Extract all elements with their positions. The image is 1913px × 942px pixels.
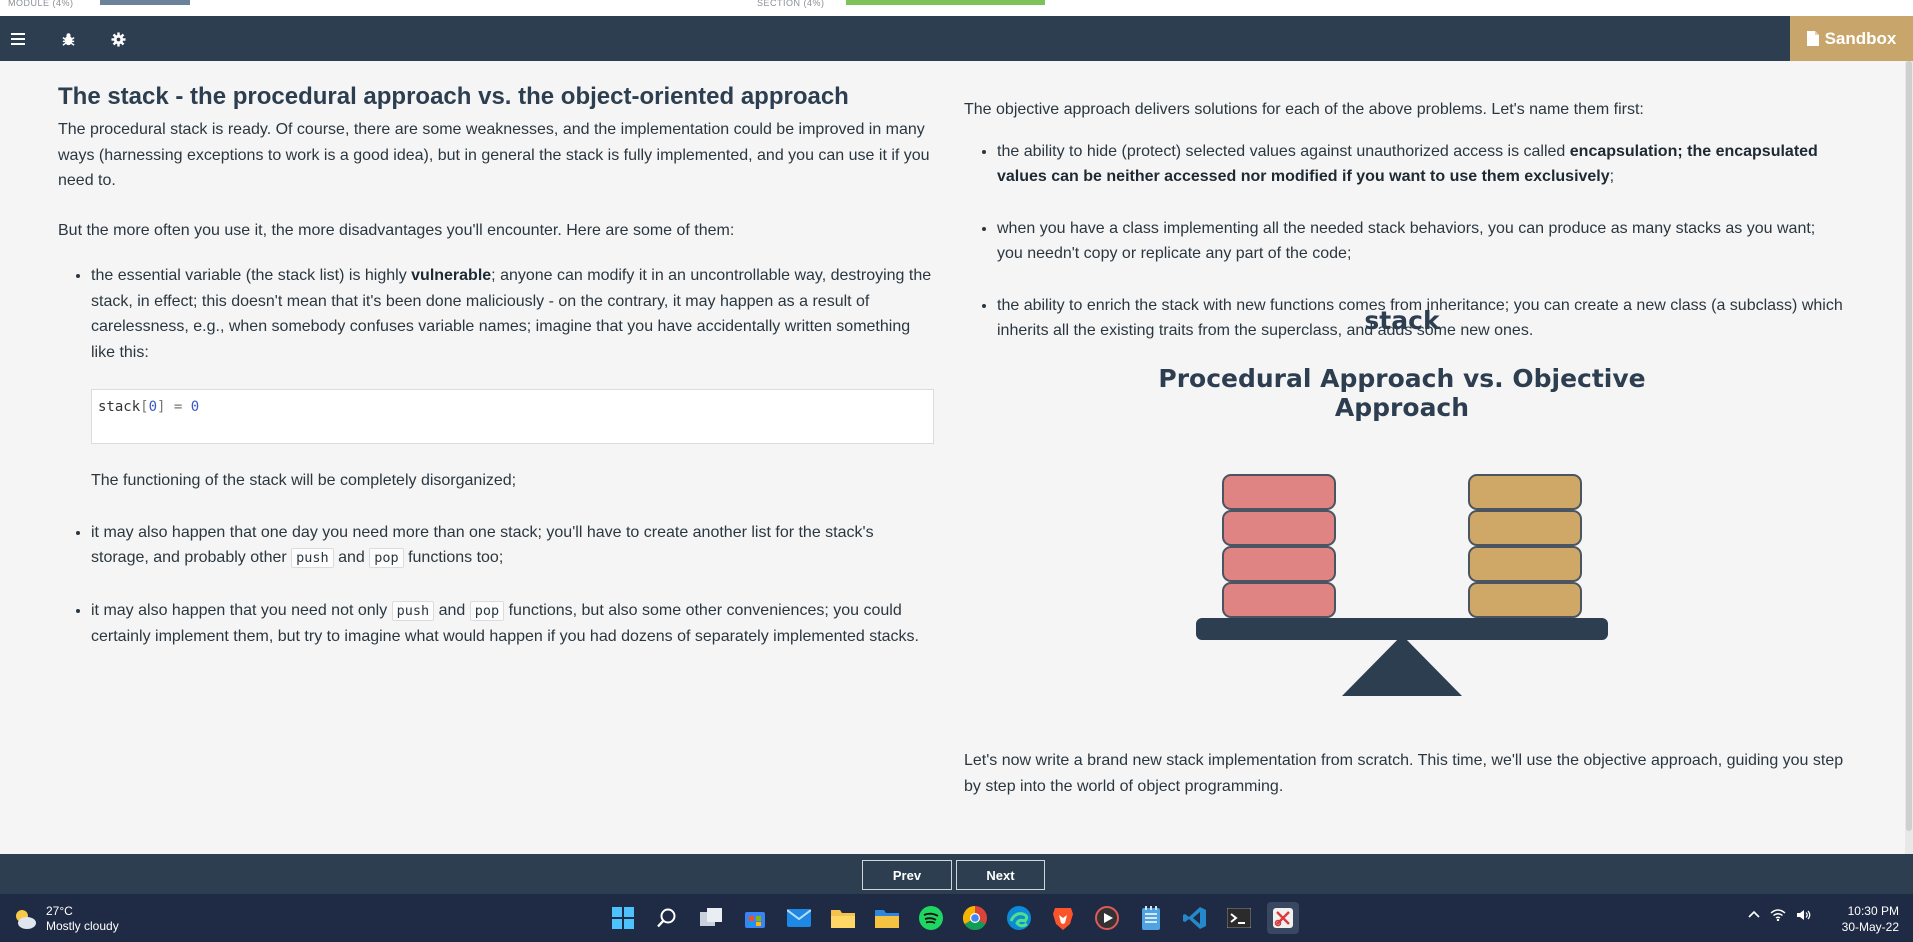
inline-code: push <box>391 600 435 621</box>
time: 10:30 PM <box>1847 904 1899 918</box>
bullet-text: it may also happen that you need not onl… <box>91 601 392 619</box>
code-token: stack <box>98 399 141 415</box>
progress-strip: MODULE (4%) SECTION (4%) <box>0 0 1913 16</box>
scrollbar-thumb[interactable] <box>1906 61 1912 831</box>
bullet-text: when you have a class implementing all t… <box>997 219 1816 263</box>
next-button[interactable]: Next <box>956 860 1045 890</box>
system-tray <box>1748 909 1812 924</box>
bullet-text: functions too; <box>403 549 504 566</box>
code-block[interactable]: stack[0] = 0 <box>91 389 934 444</box>
section-progress-bar <box>846 0 1045 5</box>
bullet-text: the essential variable (the stack list) … <box>91 267 412 284</box>
list-item: it may also happen that you need not onl… <box>91 598 933 650</box>
left-column: The stack - the procedural approach vs. … <box>58 81 934 650</box>
windows-taskbar: 27°C Mostly cloudy 10:30 PM 30-May-22 <box>0 894 1913 942</box>
start-icon[interactable] <box>607 902 639 934</box>
task-view-icon[interactable] <box>695 902 727 934</box>
disadvantages-intro: But the more often you use it, the more … <box>58 221 735 239</box>
section-progress-label: SECTION (4%) <box>757 0 825 8</box>
mail-icon[interactable] <box>783 902 815 934</box>
bullet-text: and <box>333 549 370 566</box>
file-explorer-icon[interactable] <box>827 902 859 934</box>
menu-icon[interactable] <box>5 26 31 52</box>
bullet-text: the ability to hide (protect) selected v… <box>997 142 1570 160</box>
code-token: 0 <box>190 399 200 415</box>
edge-icon[interactable] <box>1003 902 1035 934</box>
seesaw-illustration <box>1196 474 1608 696</box>
seesaw-plank <box>1196 618 1608 640</box>
vscode-icon[interactable] <box>1179 902 1211 934</box>
spotify-icon[interactable] <box>915 902 947 934</box>
code-token: = <box>165 399 191 415</box>
snipping-tool-icon[interactable] <box>1267 902 1299 934</box>
list-item: when you have a class implementing all t… <box>997 216 1844 267</box>
procedural-stack-block <box>1222 510 1336 546</box>
volume-icon[interactable] <box>1796 909 1812 924</box>
bullet-text: ; <box>1609 168 1615 185</box>
cloud-sun-icon <box>16 910 36 929</box>
scrollbar[interactable] <box>1905 61 1913 854</box>
objective-stack-block <box>1468 474 1582 510</box>
intro-paragraph: The procedural stack is ready. Of course… <box>58 121 930 189</box>
media-player-icon[interactable] <box>1091 902 1123 934</box>
lesson-content: The stack - the procedural approach vs. … <box>0 61 1905 854</box>
code-token: 0 <box>148 399 158 415</box>
bullet-text: and <box>434 601 470 619</box>
stack-diagram: stack Procedural Approach vs. Objective … <box>1130 296 1674 706</box>
objective-stack-block <box>1468 510 1582 546</box>
outro-paragraph: Let's now write a brand new stack implem… <box>964 752 1844 795</box>
inline-code: pop <box>369 548 404 568</box>
bold-text: vulnerable <box>411 267 492 284</box>
list-item: the essential variable (the stack list) … <box>91 263 934 494</box>
list-item: it may also happen that one day you need… <box>91 520 933 572</box>
search-icon[interactable] <box>651 902 683 934</box>
clock[interactable]: 10:30 PM 30-May-22 <box>1842 903 1899 935</box>
module-progress-bar <box>100 0 190 5</box>
chrome-icon[interactable] <box>959 902 991 934</box>
file-icon <box>1806 31 1819 46</box>
terminal-icon[interactable] <box>1223 902 1255 934</box>
procedural-stack-block <box>1222 474 1336 510</box>
objective-intro: The objective approach delivers solution… <box>964 101 1644 118</box>
objective-stack-block <box>1468 582 1582 618</box>
date: 30-May-22 <box>1841 920 1899 934</box>
notepad-icon[interactable] <box>1135 902 1167 934</box>
folder-icon[interactable] <box>871 902 903 934</box>
chevron-up-icon[interactable] <box>1748 909 1760 924</box>
fulcrum <box>1342 635 1462 696</box>
procedural-stack-block <box>1222 582 1336 618</box>
code-token: [ <box>140 399 149 415</box>
sandbox-label: Sandbox <box>1824 28 1897 48</box>
gear-icon[interactable] <box>105 26 131 52</box>
list-item: the ability to hide (protect) selected v… <box>997 139 1844 190</box>
sandbox-button[interactable]: Sandbox <box>1790 16 1913 61</box>
objective-stack-block <box>1468 546 1582 582</box>
page-title: The stack - the procedural approach vs. … <box>58 83 849 110</box>
brave-icon[interactable] <box>1047 902 1079 934</box>
procedural-stack-block <box>1222 546 1336 582</box>
top-toolbar: Sandbox <box>0 16 1913 61</box>
bug-icon[interactable] <box>55 26 81 52</box>
prev-button[interactable]: Prev <box>862 860 952 890</box>
wifi-icon[interactable] <box>1770 909 1786 924</box>
inline-code: push <box>291 548 334 568</box>
store-icon[interactable] <box>739 902 771 934</box>
module-progress-label: MODULE (4%) <box>8 0 74 8</box>
disadvantages-list: the essential variable (the stack list) … <box>58 263 934 650</box>
bottom-navigation: Prev Next <box>0 854 1913 894</box>
weather-widget[interactable]: 27°C Mostly cloudy <box>12 904 119 934</box>
bullet-text: The functioning of the stack will be com… <box>91 472 517 489</box>
temperature: 27°C <box>46 904 73 918</box>
weather-condition: Mostly cloudy <box>46 919 119 933</box>
inline-code: pop <box>469 600 505 621</box>
